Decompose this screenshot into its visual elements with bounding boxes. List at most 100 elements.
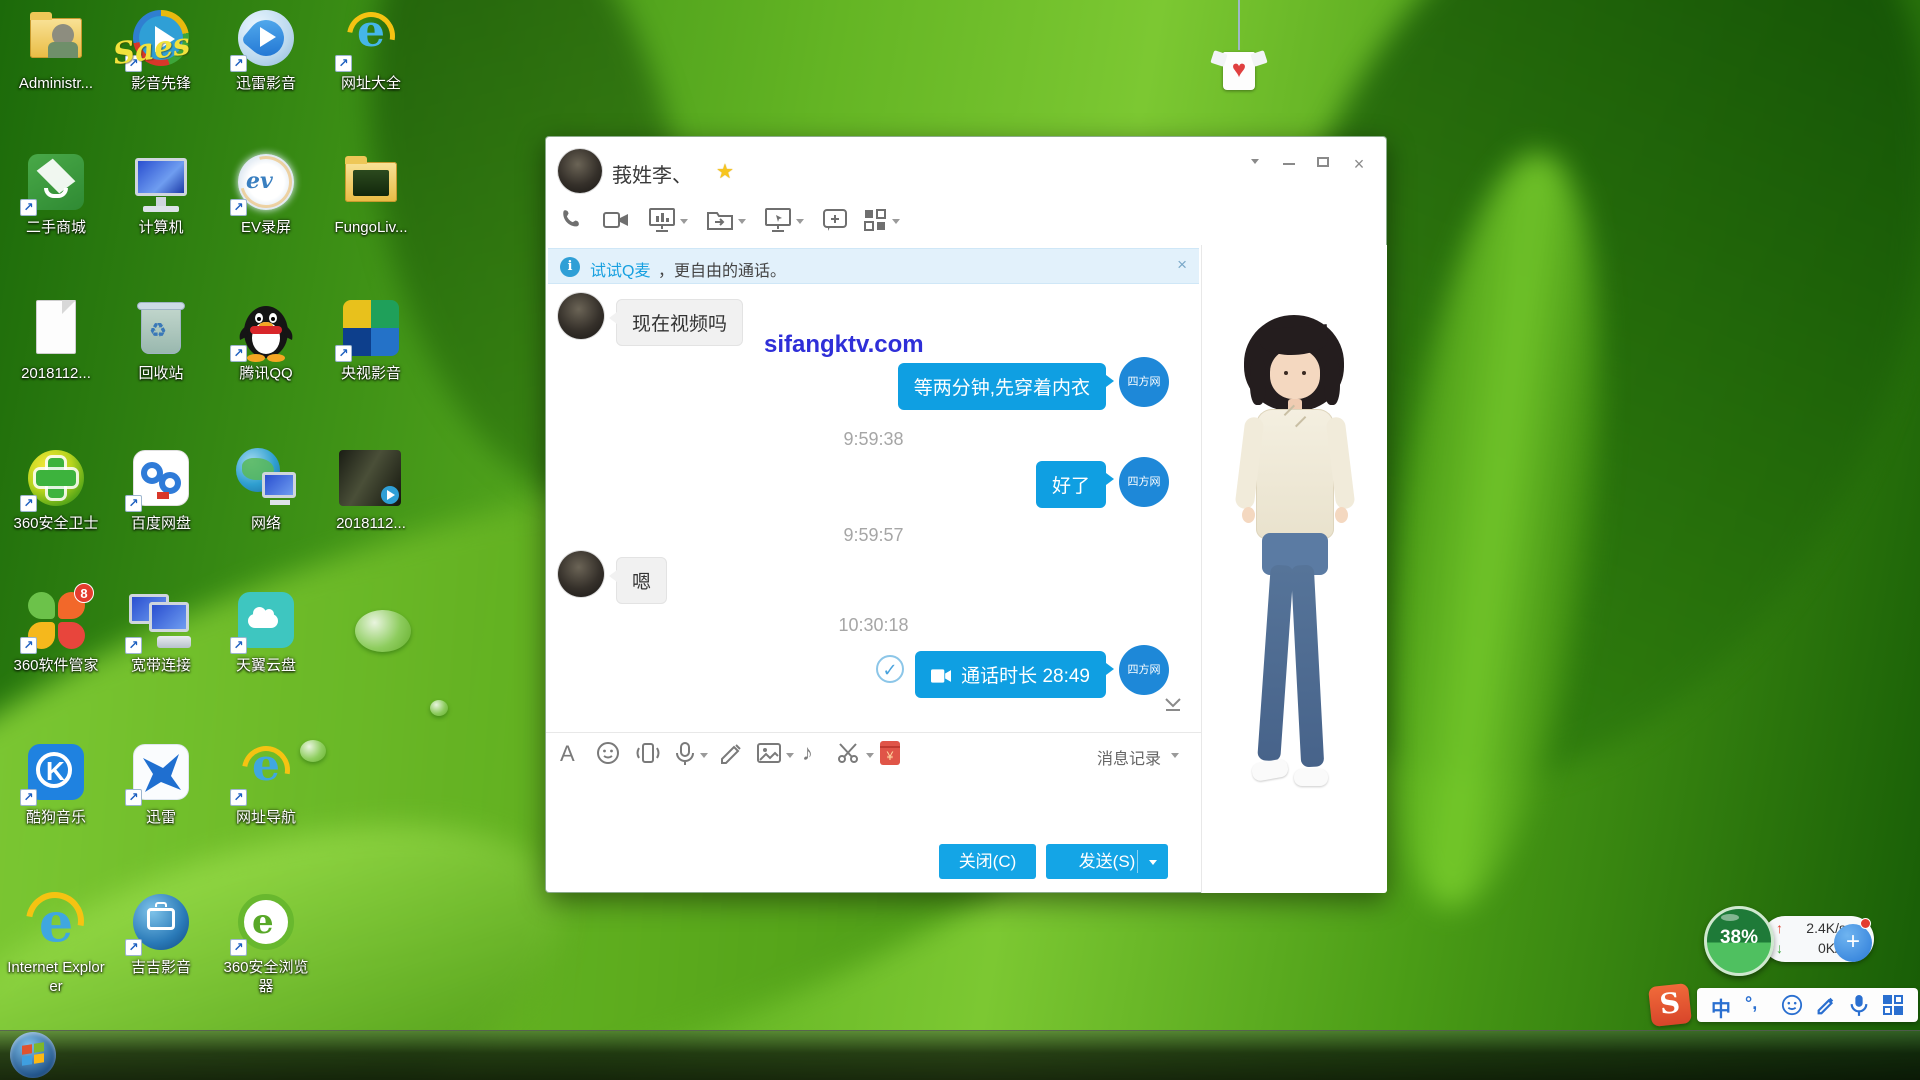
tshirt-sleeve (1250, 50, 1267, 67)
font-style-icon[interactable]: A (560, 741, 590, 767)
desktop-icon-tianyi-yunpan[interactable]: ↗ 天翼云盘 (216, 588, 316, 676)
icon-label: 酷狗音乐 (6, 809, 106, 828)
minimize-button[interactable] (1274, 153, 1304, 175)
ime-mode-button[interactable]: 中 (1711, 993, 1731, 1022)
desktop-icon-tencent-qq[interactable]: ↗ 腾讯QQ (216, 296, 316, 384)
send-image-icon[interactable] (756, 741, 786, 767)
voice-call-icon[interactable] (560, 207, 592, 237)
figure-hair-lock (1250, 357, 1266, 405)
screen-demo-icon[interactable] (648, 207, 680, 237)
shortcut-arrow-icon: ↗ (125, 495, 142, 512)
dropdown-caret-icon[interactable] (680, 219, 688, 224)
desktop-icon-ev-luping[interactable]: ev ↗ EV录屏 (216, 150, 316, 238)
peer-message-avatar[interactable] (558, 551, 604, 597)
red-packet-icon[interactable]: ¥ (880, 741, 910, 767)
desktop-icon-internet-explorer[interactable]: e Internet Explorer (6, 890, 106, 997)
close-chat-button[interactable]: 关闭(C) (939, 844, 1036, 879)
self-avatar-badge[interactable]: 四方网 (1119, 645, 1169, 695)
hanging-tshirt-ornament[interactable]: ♥ (1212, 48, 1266, 92)
green-box-icon: ↗ (22, 150, 90, 216)
desktop-icon-computer[interactable]: 计算机 (111, 150, 211, 238)
dropdown-caret-icon[interactable] (738, 219, 746, 224)
ime-pen-button[interactable] (1815, 994, 1837, 1016)
message-bubble-right: 等两分钟,先穿着内衣 (898, 363, 1106, 410)
apps-grid-icon[interactable] (862, 207, 894, 237)
ime-emoji-button[interactable] (1781, 994, 1803, 1016)
desktop-icon-kugou[interactable]: K ↗ 酷狗音乐 (6, 740, 106, 828)
voice-message-icon[interactable] (674, 741, 704, 767)
music-icon[interactable]: ♪ (802, 741, 832, 767)
dropdown-caret-icon[interactable] (866, 753, 874, 758)
desktop-icon-360-weishi[interactable]: ↗ 360安全卫士 (6, 446, 106, 534)
accelerate-plus-button[interactable]: + (1834, 924, 1872, 962)
titlebar-menu-button[interactable] (1240, 153, 1270, 175)
message-bubble-left: 嗯 (616, 557, 667, 604)
input-toolbar: A ♪ ¥ 消息记录 (546, 732, 1201, 773)
window-title: 莪姓李、 (612, 159, 692, 188)
message-list[interactable]: 现在视频吗 sifangktv.com 等两分钟,先穿着内衣 四方网 9:59:… (546, 245, 1201, 894)
desktop-icon-network[interactable]: 网络 (216, 446, 316, 534)
shortcut-arrow-icon: ↗ (125, 789, 142, 806)
self-avatar-badge[interactable]: 四方网 (1119, 457, 1169, 507)
maximize-button[interactable] (1308, 153, 1338, 175)
self-avatar-badge[interactable]: 四方网 (1119, 357, 1169, 407)
close-window-button[interactable]: × (1344, 153, 1374, 175)
desktop-icon-document[interactable]: 2018112... (6, 296, 106, 384)
peer-message-avatar[interactable] (558, 293, 604, 339)
timestamp: 10:30:18 (546, 615, 1201, 636)
send-button[interactable]: 发送(S) (1046, 844, 1168, 879)
sogou-logo-icon[interactable]: S (1648, 983, 1692, 1027)
icon-label: EV录屏 (216, 219, 316, 238)
ime-toolbox-button[interactable] (1883, 995, 1903, 1015)
desktop-icon-yingyinxianfeng[interactable]: ↗ Saes 影音先锋 (111, 6, 211, 94)
cloud-drive-icon: ↗ (232, 588, 300, 654)
message-input-area[interactable] (546, 773, 1201, 837)
shortcut-arrow-icon: ↗ (335, 55, 352, 72)
call-record-bubble[interactable]: 通话时长 28:49 (915, 651, 1106, 698)
desktop-icon-yangshi-yingyin[interactable]: ↗ 央视影音 (321, 296, 421, 384)
send-file-icon[interactable] (706, 207, 738, 237)
desktop-icon-xunlei[interactable]: ↗ 迅雷 (111, 740, 211, 828)
screenshot-scissors-icon[interactable] (836, 741, 866, 767)
doodle-icon[interactable] (718, 741, 748, 767)
qq-show-panel[interactable] (1201, 245, 1387, 893)
desktop-icon-360-browser[interactable]: e ↗ 360安全浏览器 (216, 890, 316, 997)
send-options-caret[interactable] (1149, 860, 1157, 865)
memory-ball[interactable]: 38% (1704, 906, 1774, 976)
desktop-icon-broadband[interactable]: ↗ 宽带连接 (111, 588, 211, 676)
dropdown-caret-icon[interactable] (796, 219, 804, 224)
remote-desktop-icon[interactable] (764, 207, 796, 237)
desktop-icon-recycle-bin[interactable]: ♻ ↗ 回收站 (111, 296, 211, 384)
icon-label: 百度网盘 (111, 515, 211, 534)
desktop-icon-wangzhi-daohang[interactable]: e ↗ 网址导航 (216, 740, 316, 828)
desktop-icon-wangzhidaquan[interactable]: e ↗ 网址大全 (321, 6, 421, 94)
start-button[interactable] (10, 1032, 56, 1078)
emoticon-icon[interactable] (596, 741, 626, 767)
dropdown-caret-icon[interactable] (1171, 753, 1179, 758)
message-history-button[interactable]: 消息记录 (1097, 745, 1161, 769)
desktop-icon-baidu-wangpan[interactable]: ↗ 百度网盘 (111, 446, 211, 534)
icon-label: 360安全卫士 (6, 515, 106, 534)
desktop-icon-xunlei-yingyin[interactable]: ↗ 迅雷影音 (216, 6, 316, 94)
ime-mic-button[interactable] (1849, 993, 1869, 1017)
message-bubble-left: 现在视频吗 (616, 299, 743, 346)
desktop-icon-ershoushangcheng[interactable]: ↗ 二手商城 (6, 150, 106, 238)
window-titlebar[interactable]: 莪姓李、 ★ × (546, 137, 1386, 201)
dropdown-caret-icon[interactable] (892, 219, 900, 224)
video-call-icon[interactable] (602, 207, 634, 237)
desktop-icon-video-file[interactable]: 2018112... (321, 446, 421, 534)
desktop-icon-administrator[interactable]: Administr... (6, 6, 106, 94)
desktop-icon-jiji-yingyin[interactable]: ↗ 吉吉影音 (111, 890, 211, 978)
memory-percent: 38% (1707, 927, 1771, 949)
360-petals-icon: 8 ↗ (22, 588, 90, 654)
scroll-to-bottom-icon[interactable] (1163, 697, 1183, 713)
window-shake-icon[interactable] (634, 741, 664, 767)
desktop-icon-fungoliv[interactable]: FungoLiv... (321, 150, 421, 238)
ime-punctuation-button[interactable]: °, (1745, 993, 1757, 1014)
dropdown-caret-icon[interactable] (786, 753, 794, 758)
dropdown-caret-icon[interactable] (700, 753, 708, 758)
peer-avatar[interactable] (558, 149, 602, 193)
desktop-icon-360-guanjia[interactable]: 8 ↗ 360软件管家 (6, 588, 106, 676)
create-group-icon[interactable] (822, 207, 854, 237)
call-duration: 28:49 (1042, 666, 1090, 687)
